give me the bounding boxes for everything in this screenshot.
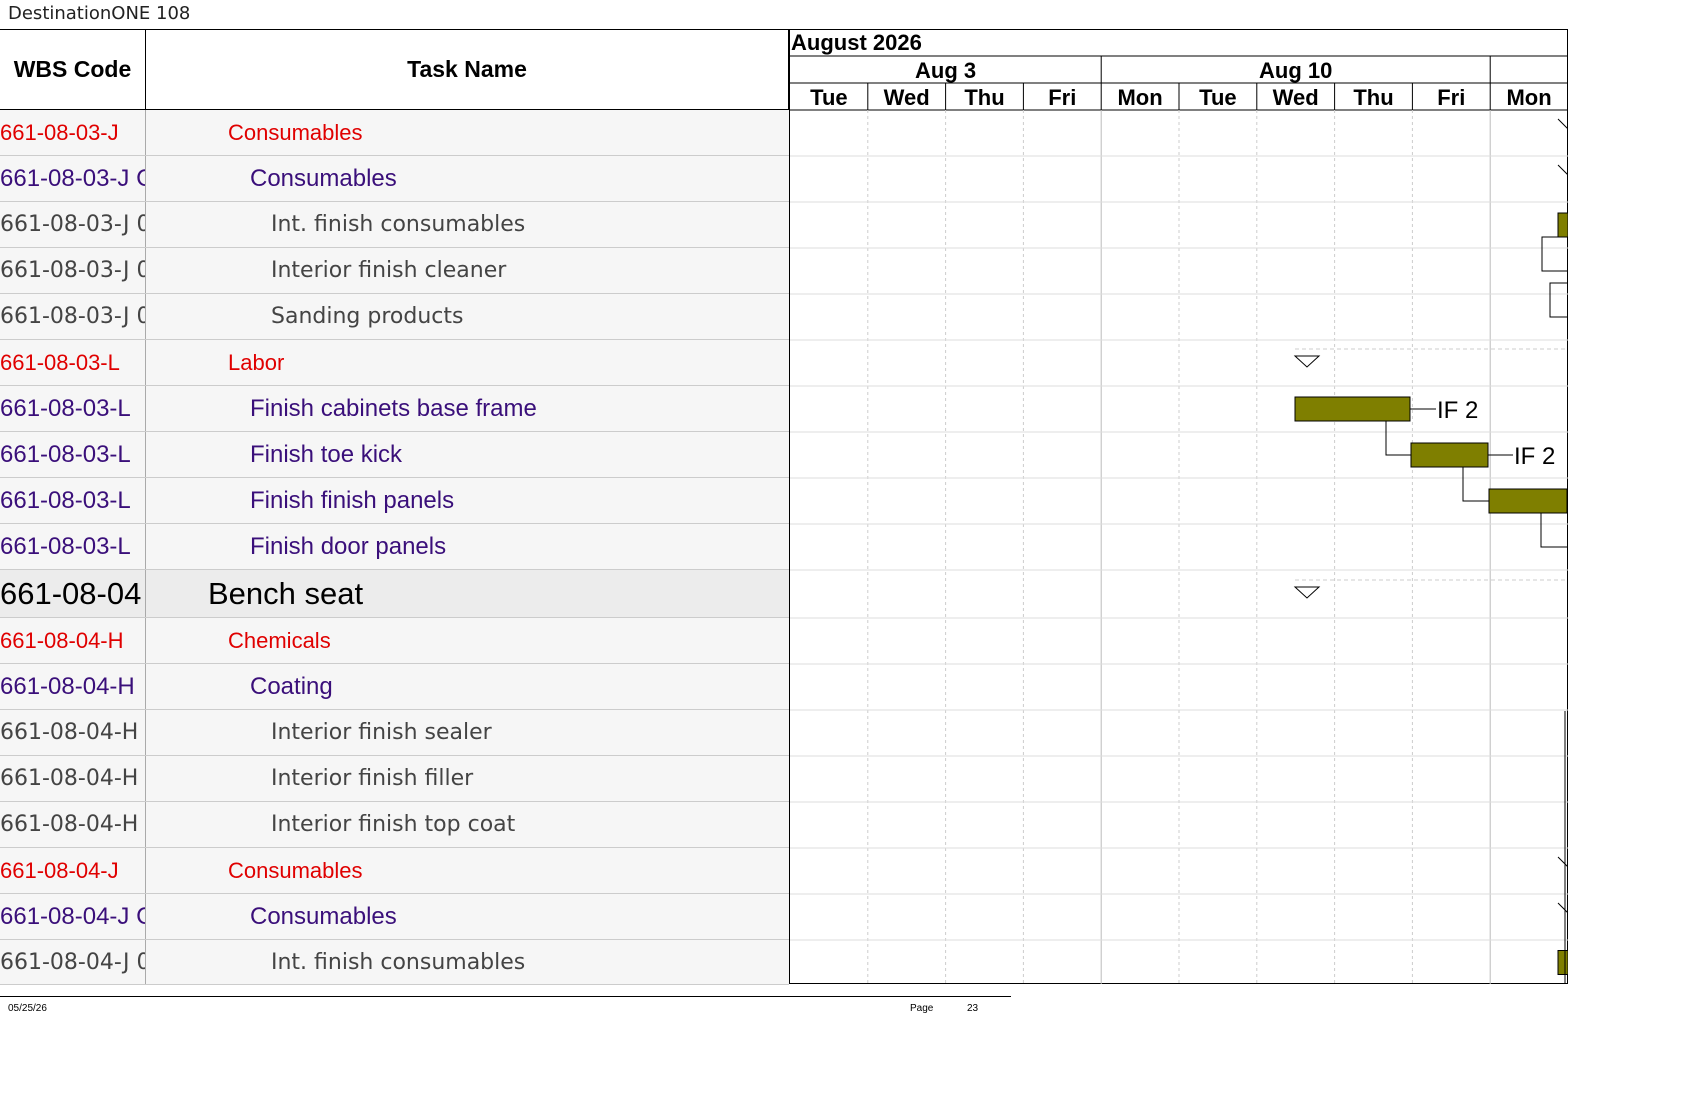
task-bar-finish-toe-kick xyxy=(1410,442,1489,468)
summary-marker xyxy=(1293,355,1321,368)
dependency-link xyxy=(1540,513,1567,548)
timescale-month: August 2026 xyxy=(791,30,922,55)
footer-divider xyxy=(0,996,1011,997)
table-row[interactable]: 661-08-04-H Chemicals xyxy=(0,618,789,664)
wbs-code-cell: 661-08-03-L xyxy=(0,386,146,431)
table-row[interactable]: 661-08-03-J C Consumables xyxy=(0,156,789,202)
table-row[interactable]: 661-08-04 Bench seat xyxy=(0,570,789,618)
table-row[interactable]: 661-08-03-J 01Sanding products xyxy=(0,294,789,340)
dependency-link xyxy=(1541,236,1568,272)
table-row[interactable]: 661-08-03-L Finish door panels xyxy=(0,524,789,570)
timescale-day-label: Tue xyxy=(810,85,847,110)
timescale-week-label: Aug 10 xyxy=(1259,58,1332,83)
timescale-week-label: Aug 3 xyxy=(915,58,976,83)
table-row[interactable]: 661-08-04-J 01Int. finish consumables xyxy=(0,940,789,985)
task-name-cell: Finish door panels xyxy=(250,532,447,560)
task-name-cell: Consumables xyxy=(250,902,397,930)
task-bar-finish-panels xyxy=(1488,488,1568,514)
column-header-task-name[interactable]: Task Name xyxy=(146,29,789,110)
wbs-code-cell: 661-08-04-H 0 xyxy=(0,756,146,801)
summary-marker xyxy=(1293,586,1321,599)
task-name-cell: Consumables xyxy=(228,857,363,883)
document-title: DestinationONE 108 xyxy=(8,3,191,24)
wbs-code-cell: 661-08-03-J 01 xyxy=(0,248,146,293)
table-row[interactable]: 661-08-04-J C Consumables xyxy=(0,894,789,940)
timescale-day-label: Tue xyxy=(1199,85,1236,110)
bar-label: IF 2 xyxy=(1514,443,1555,470)
footer-date: 05/25/26 xyxy=(8,1003,47,1014)
task-name-cell: Labor xyxy=(228,349,285,375)
table-row[interactable]: 661-08-04-H 0 Interior finish top coat xyxy=(0,802,789,848)
wbs-code-cell: 661-08-04-J 01 xyxy=(0,940,146,984)
task-bar-finish-cabinets xyxy=(1294,396,1411,422)
summary-marker xyxy=(1557,902,1568,914)
table-row[interactable]: 661-08-03-J Consumables xyxy=(0,110,789,156)
wbs-code-cell: 661-08-03-L xyxy=(0,340,146,385)
gantt-canvas: August 2026 Aug 3 Aug 10 Tue Wed Thu Fri Mon Tue… xyxy=(790,30,1568,984)
wbs-code-cell: 661-08-03-J xyxy=(0,110,146,155)
wbs-code-cell: 661-08-04-H xyxy=(0,618,146,663)
dependency-link xyxy=(1549,282,1568,318)
wbs-code-cell: 661-08-03-L xyxy=(0,524,146,569)
wbs-code-cell: 661-08-03-J 01 xyxy=(0,202,146,247)
task-name-cell: Coating xyxy=(250,672,333,700)
task-name-cell: Finish cabinets base frame xyxy=(250,394,537,422)
table-row[interactable]: 661-08-04-H 0 Interior finish filler xyxy=(0,756,789,802)
timescale-day-label: Thu xyxy=(1353,85,1393,110)
timescale-day-label: Fri xyxy=(1048,85,1076,110)
table-row[interactable]: 661-08-04-H Coating xyxy=(0,664,789,710)
table-row[interactable]: 661-08-03-L Finish cabinets base frame xyxy=(0,386,789,432)
task-name-cell: Consumables xyxy=(250,164,397,192)
wbs-code-cell: 661-08-03-L xyxy=(0,478,146,523)
gantt-chart: August 2026 Aug 3 Aug 10 Tue Wed Thu Fri Mon Tue… xyxy=(789,29,1568,984)
wbs-code-cell: 661-08-04-H 0 xyxy=(0,710,146,755)
task-name-cell: Finish finish panels xyxy=(250,486,455,514)
table-row[interactable]: 661-08-04-J Consumables xyxy=(0,848,789,894)
summary-marker xyxy=(1557,164,1568,176)
timescale-day-label: Mon xyxy=(1117,85,1162,110)
timescale-day-label: Wed xyxy=(884,85,930,110)
timescale-day-label: Thu xyxy=(964,85,1004,110)
wbs-code-cell: 661-08-04-J C xyxy=(0,894,146,939)
task-name-cell: Consumables xyxy=(228,119,363,145)
summary-marker xyxy=(1557,118,1568,130)
wbs-code-cell: 661-08-04-J xyxy=(0,848,146,893)
table-row[interactable]: 661-08-03-L Finish finish panels xyxy=(0,478,789,524)
timescale-day-label: Fri xyxy=(1437,85,1465,110)
wbs-code-cell: 661-08-04-H xyxy=(0,664,146,709)
task-bar-int-finish-consumables xyxy=(1557,950,1568,975)
task-name-cell: Bench seat xyxy=(208,575,364,611)
task-bar-int-finish-consumables xyxy=(1557,212,1568,238)
task-name-cell: Chemicals xyxy=(228,627,331,653)
table-row[interactable]: 661-08-04-H 0 Interior finish sealer xyxy=(0,710,789,756)
bar-label: IF 2 xyxy=(1437,397,1478,424)
wbs-code-cell: 661-08-04 xyxy=(0,570,146,617)
wbs-code-cell: 661-08-03-J 01 xyxy=(0,294,146,339)
table-row[interactable]: 661-08-03-J 01Interior finish cleaner xyxy=(0,248,789,294)
table-row[interactable]: 661-08-03-L Labor xyxy=(0,340,789,386)
dependency-link xyxy=(1385,421,1411,456)
task-name-cell: Finish toe kick xyxy=(250,440,403,468)
dependency-link xyxy=(1462,467,1489,502)
footer-page-label: Page xyxy=(910,1003,934,1014)
table-row[interactable]: 661-08-03-L Finish toe kick xyxy=(0,432,789,478)
wbs-code-cell: 661-08-03-J C xyxy=(0,156,146,201)
wbs-code-cell: 661-08-03-L xyxy=(0,432,146,477)
column-header-wbs[interactable]: WBS Code xyxy=(0,29,146,110)
timescale-day-label: Mon xyxy=(1506,85,1551,110)
footer-page-number: 23 xyxy=(967,1003,979,1014)
table-row[interactable]: 661-08-03-J 01Int. finish consumables xyxy=(0,202,789,248)
wbs-code-cell: 661-08-04-H 0 xyxy=(0,802,146,847)
summary-marker xyxy=(1557,856,1568,868)
timescale-day-label: Wed xyxy=(1273,85,1319,110)
